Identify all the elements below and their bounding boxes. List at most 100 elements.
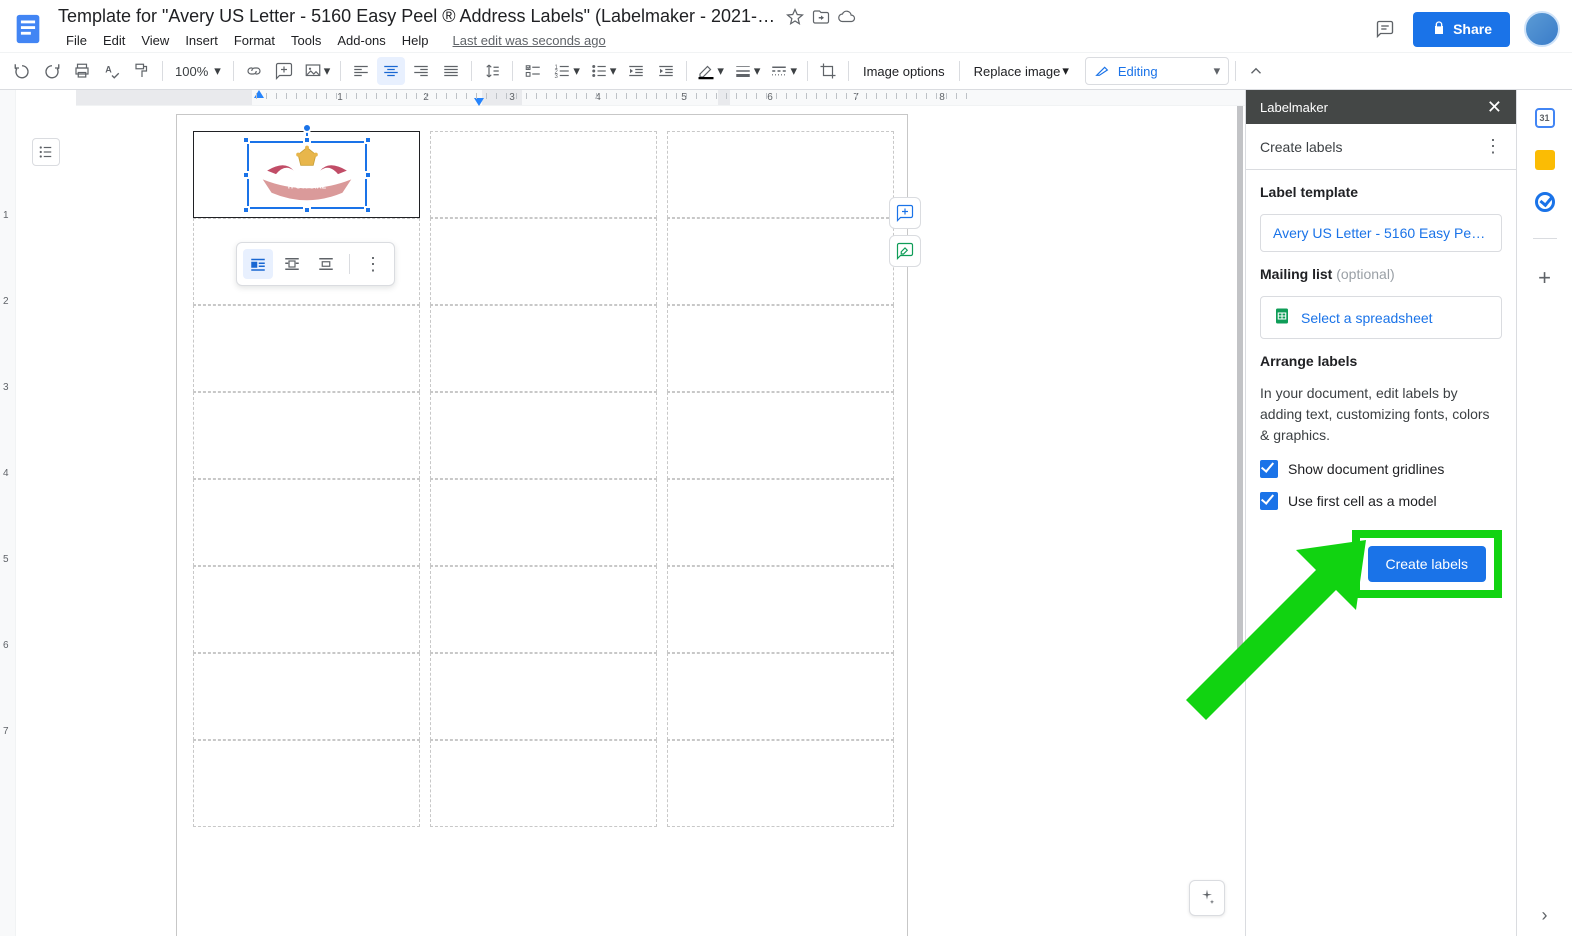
label-cell[interactable] xyxy=(667,218,894,305)
vertical-scrollbar[interactable] xyxy=(1235,90,1245,936)
label-cell[interactable] xyxy=(667,392,894,479)
more-image-options-icon[interactable]: ⋮ xyxy=(358,249,388,279)
align-right-icon[interactable] xyxy=(407,57,435,85)
bulleted-list-icon[interactable]: ▾ xyxy=(586,57,621,85)
tasks-icon[interactable] xyxy=(1535,192,1555,212)
paint-format-icon[interactable] xyxy=(128,57,156,85)
calendar-icon[interactable]: 31 xyxy=(1535,108,1555,128)
menu-file[interactable]: File xyxy=(58,29,95,52)
menu-edit[interactable]: Edit xyxy=(95,29,133,52)
numbered-list-icon[interactable]: 123▾ xyxy=(549,57,584,85)
last-edit-link[interactable]: Last edit was seconds ago xyxy=(453,33,606,48)
border-color-icon[interactable]: ▾ xyxy=(693,57,728,85)
label-cell[interactable] xyxy=(430,653,657,740)
image-options-button[interactable]: Image options xyxy=(855,57,953,85)
gridlines-checkbox[interactable]: Show document gridlines xyxy=(1260,460,1502,478)
share-button[interactable]: Share xyxy=(1413,12,1510,47)
label-cell[interactable] xyxy=(193,653,420,740)
mode-select[interactable]: Editing ▾ xyxy=(1085,57,1229,85)
star-icon[interactable] xyxy=(786,8,804,26)
create-labels-button[interactable]: Create labels xyxy=(1368,546,1487,582)
toolbar: A 100%▾ ▾ 123▾ ▾ ▾ ▾ ▾ Image options Rep… xyxy=(0,52,1572,90)
document-title[interactable]: Template for "Avery US Letter - 5160 Eas… xyxy=(58,6,778,27)
undo-icon[interactable] xyxy=(8,57,36,85)
hide-menus-icon[interactable] xyxy=(1242,57,1270,85)
docs-app-icon[interactable] xyxy=(8,9,48,49)
document-page[interactable]: IT'S A GIRL xyxy=(176,114,908,936)
border-weight-icon[interactable]: ▾ xyxy=(730,57,765,85)
first-cell-checkbox[interactable]: Use first cell as a model xyxy=(1260,492,1502,510)
pencil-icon xyxy=(1094,62,1110,81)
label-cell[interactable] xyxy=(430,740,657,827)
menu-insert[interactable]: Insert xyxy=(177,29,226,52)
indent-increase-icon[interactable] xyxy=(652,57,680,85)
svg-text:A: A xyxy=(105,65,112,75)
show-outline-icon[interactable] xyxy=(32,138,60,166)
replace-image-button[interactable]: Replace image▾ xyxy=(966,57,1077,85)
open-comments-icon[interactable] xyxy=(1371,15,1399,43)
keep-icon[interactable] xyxy=(1535,150,1555,170)
crop-icon[interactable] xyxy=(814,57,842,85)
label-cell[interactable] xyxy=(193,740,420,827)
cloud-status-icon[interactable] xyxy=(838,8,856,26)
menu-format[interactable]: Format xyxy=(226,29,283,52)
menu-addons[interactable]: Add-ons xyxy=(329,29,393,52)
select-spreadsheet-button[interactable]: Select a spreadsheet xyxy=(1260,296,1502,339)
move-icon[interactable] xyxy=(812,8,830,26)
collapse-side-panel-icon[interactable]: › xyxy=(1542,905,1548,926)
label-cell[interactable] xyxy=(193,305,420,392)
arrange-help-text: In your document, edit labels by adding … xyxy=(1260,383,1502,446)
labelmaker-panel: Labelmaker ✕ Create labels ⋮ Label templ… xyxy=(1245,90,1516,936)
label-cell[interactable] xyxy=(667,566,894,653)
label-template-heading: Label template xyxy=(1260,184,1502,200)
label-cell[interactable] xyxy=(430,479,657,566)
print-icon[interactable] xyxy=(68,57,96,85)
menu-help[interactable]: Help xyxy=(394,29,437,52)
get-addons-icon[interactable]: + xyxy=(1538,265,1551,291)
redo-icon[interactable] xyxy=(38,57,66,85)
align-left-icon[interactable] xyxy=(347,57,375,85)
label-cell[interactable] xyxy=(193,479,420,566)
label-template-select[interactable]: Avery US Letter - 5160 Easy Peel ®… xyxy=(1260,214,1502,252)
image-wrap-toolbar: ⋮ xyxy=(236,242,395,286)
suggest-edits-bubble[interactable] xyxy=(889,235,921,267)
zoom-select[interactable]: 100%▾ xyxy=(169,63,227,79)
selected-image[interactable]: IT'S A GIRL xyxy=(247,141,367,209)
align-center-icon[interactable] xyxy=(377,57,405,85)
spellcheck-icon[interactable]: A xyxy=(98,57,126,85)
menu-view[interactable]: View xyxy=(133,29,177,52)
label-cell[interactable] xyxy=(430,131,657,218)
label-cell[interactable] xyxy=(667,305,894,392)
menu-tools[interactable]: Tools xyxy=(283,29,329,52)
label-cell[interactable] xyxy=(193,392,420,479)
label-cell[interactable] xyxy=(667,740,894,827)
label-cell[interactable] xyxy=(430,566,657,653)
label-cell[interactable] xyxy=(430,392,657,479)
insert-image-icon[interactable]: ▾ xyxy=(300,57,335,85)
inline-wrap-icon[interactable] xyxy=(243,249,273,279)
line-spacing-icon[interactable] xyxy=(478,57,506,85)
wrap-text-icon[interactable] xyxy=(277,249,307,279)
share-button-label: Share xyxy=(1453,21,1492,37)
label-cell[interactable] xyxy=(193,566,420,653)
label-cell[interactable] xyxy=(430,305,657,392)
rail-separator xyxy=(1533,238,1557,239)
label-cell[interactable] xyxy=(667,131,894,218)
checklist-icon[interactable] xyxy=(519,57,547,85)
label-cell[interactable] xyxy=(667,479,894,566)
explore-button[interactable] xyxy=(1189,880,1225,916)
add-comment-icon[interactable] xyxy=(270,57,298,85)
insert-link-icon[interactable] xyxy=(240,57,268,85)
align-justify-icon[interactable] xyxy=(437,57,465,85)
indent-decrease-icon[interactable] xyxy=(622,57,650,85)
label-cell[interactable]: IT'S A GIRL xyxy=(193,131,420,218)
border-dash-icon[interactable]: ▾ xyxy=(766,57,801,85)
close-icon[interactable]: ✕ xyxy=(1487,97,1502,118)
account-avatar[interactable] xyxy=(1524,11,1560,47)
label-cell[interactable] xyxy=(667,653,894,740)
rotate-handle[interactable] xyxy=(302,123,312,133)
add-comment-bubble[interactable] xyxy=(889,197,921,229)
break-text-icon[interactable] xyxy=(311,249,341,279)
more-options-icon[interactable]: ⋮ xyxy=(1484,136,1502,157)
label-cell[interactable] xyxy=(430,218,657,305)
